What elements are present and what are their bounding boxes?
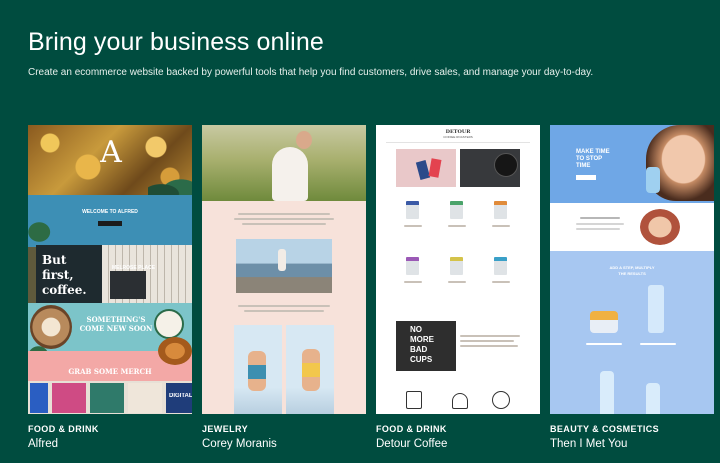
alfred-gift-card-label: DIGITAL GIFTC: [169, 393, 192, 399]
badge-icon: [154, 309, 184, 339]
timy-hero-line1: MAKE TIME: [576, 149, 610, 155]
text-line: [640, 343, 676, 345]
alfred-slogan-line1: But: [42, 253, 67, 267]
page-title: Bring your business online: [28, 28, 324, 56]
merch-item-tile[interactable]: [90, 383, 124, 413]
timy-hero-line2: TO STOP: [576, 156, 603, 162]
detour-cups-line4: CUPS: [410, 355, 433, 364]
text-line: [460, 335, 520, 337]
timy-step-line2: THE RESULTS: [618, 271, 646, 276]
text-line: [576, 223, 624, 225]
store-example-card-then-i-met-you[interactable]: MAKE TIME TO STOP TIME ADD A STEP, MULTI…: [550, 125, 714, 450]
timy-step-line1: ADD A STEP, MULTIPLY: [609, 265, 655, 270]
nav-bar: [386, 142, 530, 143]
product-bottle: [600, 371, 614, 414]
shop-now-button[interactable]: [576, 175, 596, 180]
brew-equipment-icon: [492, 391, 510, 409]
text-line: [404, 225, 422, 227]
merch-item-tile[interactable]: [128, 383, 162, 413]
alfred-merch-heading: GRAB SOME MERCH: [68, 367, 152, 376]
alfred-slogan-line2: first,: [42, 268, 74, 282]
store-name-link[interactable]: Detour Coffee: [376, 438, 447, 450]
text-line: [460, 345, 518, 347]
coffee-pack: [406, 201, 419, 219]
brew-equipment-icon: [406, 391, 422, 409]
product-tube: [648, 285, 664, 333]
model-figure: [272, 147, 308, 201]
store-name-link[interactable]: Alfred: [28, 438, 58, 450]
timy-hero-line3: TIME: [576, 163, 591, 169]
text-line: [244, 310, 324, 312]
store-preview-alfred[interactable]: A WELCOME TO ALFRED But first, coffee. M…: [28, 125, 192, 414]
store-preview-corey-moranis[interactable]: [202, 125, 366, 414]
store-category-label: FOOD & DRINK: [28, 424, 99, 434]
store-category-label: JEWELRY: [202, 424, 248, 434]
text-line: [238, 213, 330, 215]
store-category-label: FOOD & DRINK: [376, 424, 447, 434]
text-line: [404, 281, 422, 283]
model-portrait-photo: [640, 209, 680, 245]
detour-cups-line2: MORE: [410, 335, 434, 344]
alfred-welcome-heading: WELCOME TO ALFRED: [82, 209, 138, 215]
storefront-window: [110, 271, 146, 299]
antler-logo-icon: A: [100, 134, 122, 170]
product-bottle: [646, 383, 660, 414]
text-line: [586, 343, 622, 345]
text-line: [580, 217, 620, 219]
text-line: [448, 281, 466, 283]
shop-now-button[interactable]: [98, 221, 122, 226]
model-head: [296, 131, 312, 149]
croissant-photo: [158, 337, 192, 365]
merch-item-tile[interactable]: [52, 383, 86, 413]
text-line: [242, 223, 326, 225]
coffee-pack: [450, 201, 463, 219]
alfred-location-label: MELROSE PLACE: [112, 265, 156, 271]
coffee-pack: [406, 257, 419, 275]
store-preview-then-i-met-you[interactable]: MAKE TIME TO STOP TIME ADD A STEP, MULTI…: [550, 125, 714, 414]
palm-leaf-icon: [28, 217, 56, 247]
text-line: [448, 225, 466, 227]
detour-cups-line3: BAD: [410, 345, 428, 354]
text-line: [234, 218, 334, 220]
text-line: [576, 228, 620, 230]
merch-item-tile[interactable]: [30, 383, 48, 413]
brew-equipment-icon: [452, 393, 468, 409]
model-figure: [278, 249, 286, 271]
store-category-label: BEAUTY & COSMETICS: [550, 424, 660, 434]
store-examples-gallery: A WELCOME TO ALFRED But first, coffee. M…: [28, 125, 720, 463]
store-example-card-alfred[interactable]: A WELCOME TO ALFRED But first, coffee. M…: [28, 125, 192, 450]
coffee-pack: [494, 201, 507, 219]
swimsuit: [248, 365, 266, 379]
text-line: [238, 305, 330, 307]
store-example-card-detour-coffee[interactable]: DETOUR COFFEE ROASTERS NO MORE BAD CUPS …: [376, 125, 540, 450]
alfred-promo-line1: SOMETHING'S: [86, 315, 146, 324]
detour-cups-line1: NO: [410, 325, 422, 334]
alfred-slogan-line3: coffee.: [42, 283, 87, 297]
text-line: [492, 281, 510, 283]
store-name-link[interactable]: Corey Moranis: [202, 438, 277, 450]
product-bottle: [646, 167, 660, 193]
product-jar: [590, 311, 618, 333]
record-icon: [494, 153, 518, 177]
text-line: [460, 340, 514, 342]
store-preview-detour-coffee[interactable]: DETOUR COFFEE ROASTERS NO MORE BAD CUPS: [376, 125, 540, 414]
detour-logo-line2: COFFEE ROASTERS: [443, 135, 473, 139]
coffee-pack: [494, 257, 507, 275]
coffee-pack: [450, 257, 463, 275]
page-subtitle: Create an ecommerce website backed by po…: [28, 67, 594, 78]
text-line: [492, 225, 510, 227]
store-example-card-corey-moranis[interactable]: JEWELRY Corey Moranis: [202, 125, 366, 450]
store-name-link[interactable]: Then I Met You: [550, 438, 627, 450]
alfred-promo-line2: COME NEW SOON: [79, 324, 153, 333]
swimsuit: [302, 363, 320, 377]
